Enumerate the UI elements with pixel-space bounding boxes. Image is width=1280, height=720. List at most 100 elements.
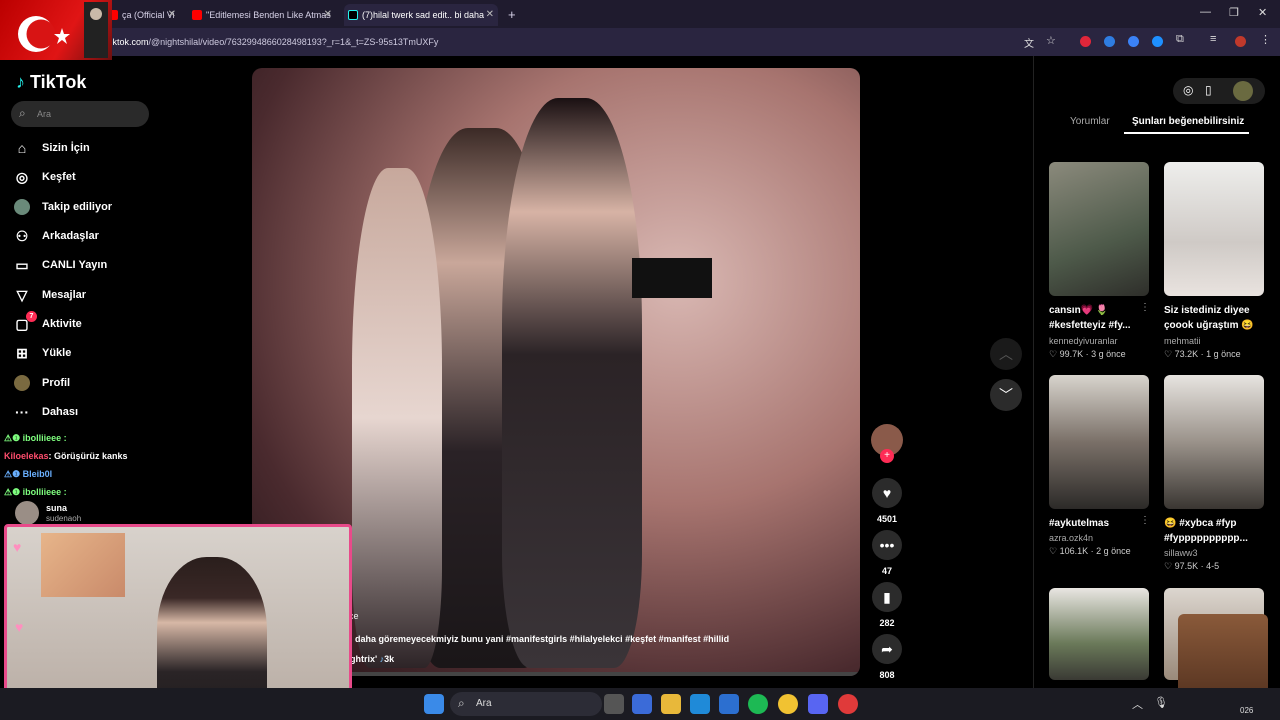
sidebar-item-takip[interactable]: Takip ediliyor <box>14 196 112 218</box>
following-avatar-icon <box>14 199 30 215</box>
new-tab-button[interactable]: + <box>504 4 522 26</box>
extensions-puzzle-icon[interactable]: ⧉ <box>1176 33 1184 46</box>
menu-dots-icon[interactable]: ⋮ <box>1260 33 1271 46</box>
sidebar-item-sizin-icin[interactable]: ⌂ Sizin İçin <box>14 137 90 159</box>
chrome-icon[interactable] <box>778 694 798 714</box>
translate-icon[interactable]: 文 <box>1024 35 1034 50</box>
close-icon[interactable]: ✕ <box>168 4 176 26</box>
sidebar-item-aktivite[interactable]: ▢ 7 Aktivite <box>14 311 82 335</box>
sidebar-item-yukle[interactable]: ⊞ Yükle <box>14 342 71 364</box>
tab-editlemesi[interactable]: "Editlemesi Benden Like Atmas ✕ <box>188 4 336 26</box>
sidebar-item-kesfet[interactable]: ◎ Keşfet <box>14 166 76 188</box>
save-button[interactable]: ▮ 282 <box>871 582 903 628</box>
more-options-icon[interactable]: ⋮ <box>1140 302 1150 313</box>
windows-start-icon[interactable] <box>424 694 444 714</box>
edge-icon[interactable] <box>690 694 710 714</box>
close-window-icon[interactable]: ✕ <box>1258 6 1267 19</box>
restore-icon[interactable]: ❐ <box>1229 6 1239 19</box>
video-title[interactable]: cansın💗 🌷 #kesfetteyiz #fy... <box>1049 303 1149 333</box>
video-music[interactable]: ghtrix' ♪3k <box>350 654 394 664</box>
video-user[interactable]: azra.ozk4n <box>1049 533 1093 543</box>
sidebar-item-label: Arkadaşlar <box>42 230 99 242</box>
profile-icon <box>14 375 30 391</box>
tab-official-video[interactable]: ça (Official Vi ✕ <box>104 4 180 26</box>
tiktok-logo[interactable]: ♪ TikTok <box>16 72 86 94</box>
live-icon: ▭ <box>15 257 29 273</box>
tab-sunlari-begenebilirsiniz[interactable]: Şunları beğenebilirsiniz <box>1132 116 1244 127</box>
sidebar-item-profil[interactable]: Profil <box>14 372 70 394</box>
chevron-up-icon[interactable]: ︿ <box>1132 696 1143 712</box>
task-view-icon[interactable] <box>604 694 624 714</box>
search-input[interactable]: ⌕ Ara <box>11 101 149 127</box>
compass-icon[interactable]: ◎ <box>1183 83 1193 97</box>
tab-tiktok-active[interactable]: (7)hilal twerk sad edit.. bi daha ✕ <box>344 4 498 26</box>
heart-icon: ♥ <box>15 619 24 635</box>
share-button[interactable]: ➦ 808 <box>871 634 903 680</box>
tab-yorumlar[interactable]: Yorumlar <box>1070 116 1110 127</box>
minimize-icon[interactable]: — <box>1200 6 1211 18</box>
discord-icon[interactable] <box>808 694 828 714</box>
video-user[interactable]: kennedyivuranlar <box>1049 336 1118 346</box>
sidebar-item-dahasi[interactable]: ··· Dahası <box>14 401 78 423</box>
app-icon[interactable] <box>838 694 858 714</box>
spotify-icon[interactable] <box>748 694 768 714</box>
chevron-down-icon[interactable]: ﹀ <box>990 379 1022 411</box>
video-thumbnail[interactable] <box>1164 162 1264 296</box>
video-title[interactable]: #aykutelmas <box>1049 516 1149 531</box>
tab-label: (7)hilal twerk sad edit.. bi daha <box>362 10 485 20</box>
store-icon[interactable] <box>719 694 739 714</box>
home-icon: ⌂ <box>17 140 27 156</box>
extension-icon[interactable] <box>1128 36 1139 47</box>
messages-icon: ▽ <box>16 287 28 303</box>
microphone-icon[interactable]: 🎙 <box>1154 696 1168 709</box>
view-count: 99.7K <box>1059 349 1084 359</box>
compass-icon: ◎ <box>15 169 29 185</box>
video-title[interactable]: Siz istediniz diyee çoook uğraştım 😆 <box>1164 303 1264 333</box>
profile-avatar-icon[interactable] <box>1235 36 1246 47</box>
video-thumbnail[interactable] <box>1049 375 1149 509</box>
extension-icon[interactable] <box>1080 36 1091 47</box>
youtube-icon <box>192 10 202 20</box>
bookmark-star-icon[interactable]: ☆ <box>1046 34 1056 47</box>
url-text[interactable]: tiktok.com/@nightshilal/video/7632994866… <box>108 33 438 51</box>
video-title[interactable]: 😆 #xybca #fyp #fypppppppppp... <box>1164 516 1264 546</box>
file-explorer-icon[interactable] <box>661 694 681 714</box>
copilot-icon[interactable] <box>632 694 652 714</box>
reading-list-icon[interactable]: ≡ <box>1210 33 1216 45</box>
taskbar-search-label: Ara <box>476 698 492 709</box>
share-count: 808 <box>879 670 895 680</box>
avatar[interactable] <box>1233 81 1253 101</box>
video-user[interactable]: sillaww3 <box>1164 548 1198 558</box>
video-user[interactable]: mehmatii <box>1164 336 1201 346</box>
avatar[interactable] <box>15 501 39 525</box>
heart-outline-icon: ♡ <box>1164 349 1173 359</box>
video-thumbnail[interactable] <box>1049 588 1149 680</box>
sidebar-item-arkadaslar[interactable]: ⚇ Arkadaşlar <box>14 225 99 247</box>
search-icon: ⌕ <box>19 106 26 120</box>
taskbar-search[interactable]: ⌕ Ara <box>450 692 602 716</box>
comment-button[interactable]: ••• 47 <box>871 530 903 576</box>
video-thumbnail[interactable] <box>1164 375 1264 509</box>
close-icon[interactable]: ✕ <box>486 4 494 26</box>
extension-icon[interactable] <box>1104 36 1115 47</box>
flag-overlay <box>0 0 112 60</box>
heart-icon: ♥ <box>13 539 22 555</box>
chat-text: : Görüşürüz kanks <box>48 451 128 461</box>
more-options-icon[interactable]: ⋮ <box>1140 515 1150 526</box>
address-bar[interactable]: tiktok.com/@nightshilal/video/7632994866… <box>0 28 1280 56</box>
follow-plus-icon[interactable]: + <box>880 449 894 463</box>
sidebar-item-mesajlar[interactable]: ▽ Mesajlar <box>14 284 86 306</box>
video-thumbnail[interactable] <box>1049 162 1149 296</box>
url-path: /@nightshilal/video/7632994866028498193?… <box>148 37 439 47</box>
heart-outline-icon: ♡ <box>1164 561 1173 571</box>
close-icon[interactable]: ✕ <box>324 4 332 26</box>
logo-text: TikTok <box>30 72 87 92</box>
like-button[interactable]: ♥ 4501 <box>871 478 903 524</box>
following-user-name[interactable]: suna <box>46 503 67 513</box>
extension-icon[interactable] <box>1152 36 1163 47</box>
clock-date[interactable]: 026 <box>1240 706 1253 715</box>
chevron-up-icon[interactable]: ︿ <box>990 338 1022 370</box>
sidebar-item-canli[interactable]: ▭ CANLI Yayın <box>14 254 107 276</box>
device-icon[interactable]: ▯ <box>1205 83 1212 97</box>
video-age: 4-5 <box>1206 561 1220 571</box>
